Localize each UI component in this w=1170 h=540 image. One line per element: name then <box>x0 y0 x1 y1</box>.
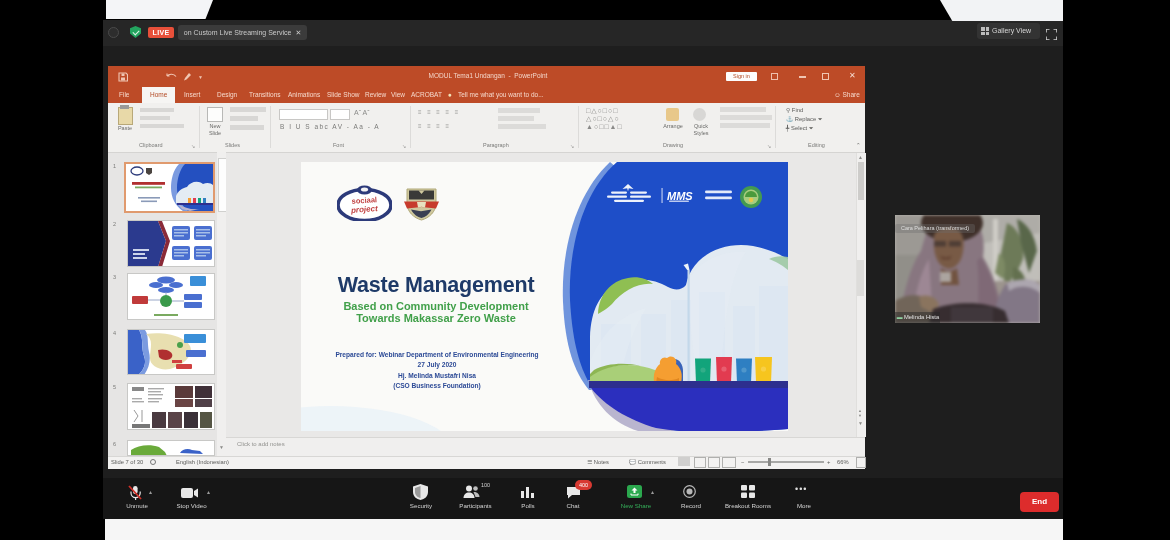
svg-text:MMS: MMS <box>667 190 693 202</box>
